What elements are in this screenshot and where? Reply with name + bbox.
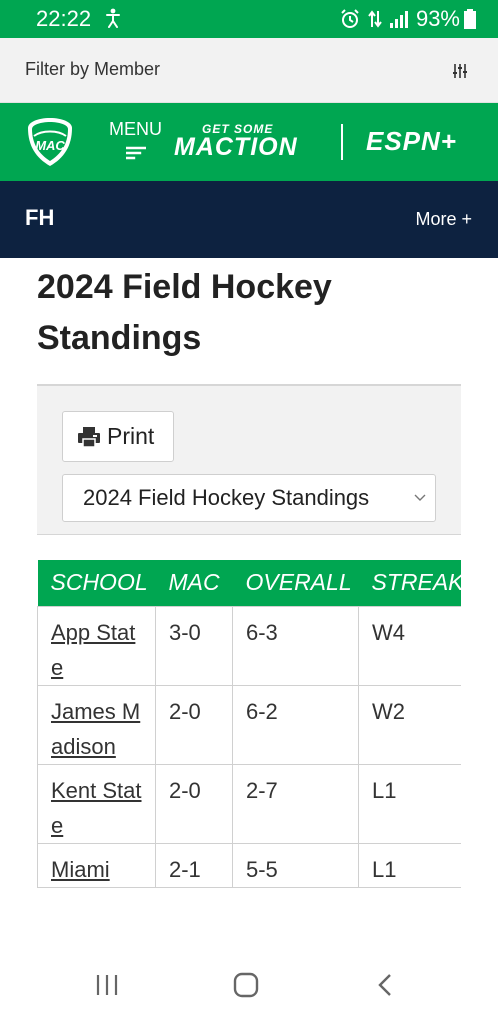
standings-table: SCHOOL MAC OVERALL STREAK App State 3-0 …: [37, 560, 461, 888]
school-link[interactable]: Miami: [51, 857, 110, 882]
streak: W2: [358, 684, 461, 765]
standings-tools: Print 2024 Field Hockey Standings: [37, 384, 461, 535]
mac-record: 2-1: [155, 842, 233, 888]
column-header-streak[interactable]: STREAK: [358, 560, 461, 606]
table-header-row: SCHOOL MAC OVERALL STREAK: [37, 560, 461, 606]
overall-record: 2-7: [232, 763, 359, 844]
system-nav-bar: [0, 947, 498, 1023]
espn-plus-logo[interactable]: ESPN+: [366, 126, 457, 157]
filter-sliders-icon[interactable]: [452, 63, 468, 79]
column-header-mac[interactable]: MAC: [155, 560, 233, 606]
mac-record: 2-0: [155, 763, 233, 844]
mac-logo-text: MAC: [35, 138, 65, 153]
battery-icon: [464, 9, 476, 29]
school-link[interactable]: James Madison: [51, 699, 140, 759]
overall-record: 5-5: [232, 842, 359, 888]
table-row: James Madison 2-0 6-2 W2: [37, 684, 461, 765]
season-select[interactable]: 2024 Field Hockey Standings: [62, 474, 436, 522]
printer-icon: [78, 426, 100, 447]
tagline-maction[interactable]: MACTION: [174, 133, 298, 162]
menu-label[interactable]: MENU: [109, 119, 162, 140]
sport-bar: FH More +: [0, 181, 498, 258]
mac-logo[interactable]: MAC: [24, 116, 76, 168]
chevron-down-icon: [414, 494, 426, 501]
home-icon[interactable]: [233, 972, 259, 998]
streak: L1: [358, 763, 461, 844]
column-header-overall[interactable]: OVERALL: [232, 560, 359, 606]
table-row: Kent State 2-0 2-7 L1: [37, 763, 461, 844]
mac-record: 2-0: [155, 684, 233, 765]
season-select-value: 2024 Field Hockey Standings: [83, 485, 370, 510]
streak: L1: [358, 842, 461, 888]
overall-record: 6-2: [232, 684, 359, 765]
school-link[interactable]: Kent State: [51, 778, 142, 838]
more-menu-button[interactable]: More +: [415, 209, 472, 230]
status-icons: 93%: [340, 6, 476, 32]
sport-code[interactable]: FH: [25, 205, 54, 231]
table-row: App State 3-0 6-3 W4: [37, 605, 461, 686]
streak: W4: [358, 605, 461, 686]
status-time: 22:22: [36, 6, 92, 31]
table-row: Miami 2-1 5-5 L1: [37, 842, 461, 888]
filter-bar[interactable]: Filter by Member: [0, 38, 498, 103]
menu-icon[interactable]: [126, 145, 146, 161]
filter-by-member-label[interactable]: Filter by Member: [25, 59, 160, 80]
data-transfer-icon: [368, 10, 382, 28]
standings-table-container[interactable]: SCHOOL MAC OVERALL STREAK App State 3-0 …: [37, 560, 461, 946]
header-divider: [341, 124, 343, 160]
print-button[interactable]: Print: [62, 411, 174, 462]
mac-record: 3-0: [155, 605, 233, 686]
school-link[interactable]: App State: [51, 620, 135, 680]
print-label: Print: [107, 423, 155, 449]
site-header: MAC MENU GET SOME MACTION ESPN+: [0, 103, 498, 181]
column-header-school[interactable]: SCHOOL: [37, 560, 156, 606]
back-icon[interactable]: [377, 973, 393, 997]
overall-record: 6-3: [232, 605, 359, 686]
recent-apps-icon[interactable]: [95, 974, 119, 996]
signal-icon: [389, 11, 408, 28]
alarm-icon: [341, 9, 359, 28]
status-bar: 22:22 93%: [0, 0, 498, 38]
accessibility-icon: [106, 8, 120, 28]
page-title: 2024 Field Hockey Standings: [37, 268, 332, 357]
battery-percent: 93%: [415, 6, 460, 31]
